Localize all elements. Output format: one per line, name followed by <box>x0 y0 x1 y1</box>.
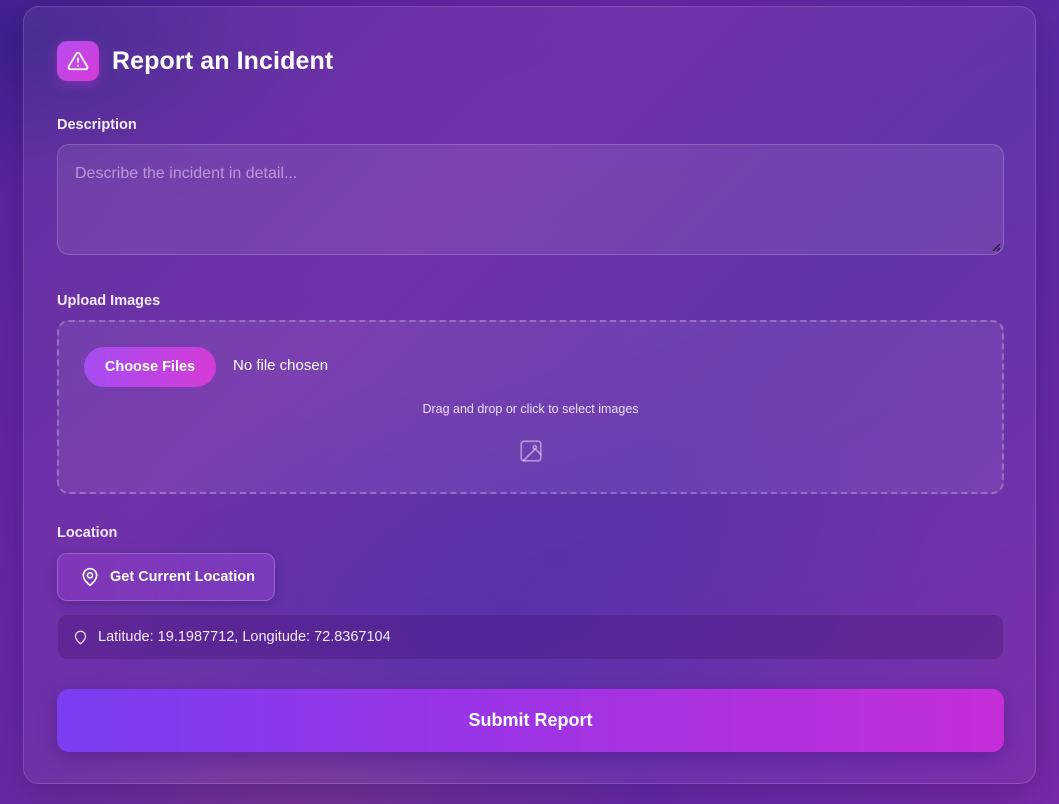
get-current-location-label: Get Current Location <box>110 569 256 585</box>
description-textarea[interactable] <box>57 144 1004 255</box>
incident-report-card: Report an Incident Description Upload Im… <box>23 6 1036 784</box>
image-dropzone[interactable]: Choose Files No file chosen Drag and dro… <box>57 320 1004 494</box>
warning-triangle-icon <box>57 41 99 81</box>
location-label: Location <box>57 525 118 541</box>
file-status-text: No file chosen <box>233 357 329 374</box>
description-label: Description <box>57 117 137 133</box>
coordinates-text: Latitude: 19.1987712, Longitude: 72.8367… <box>98 629 391 645</box>
choose-files-button[interactable]: Choose Files <box>84 347 216 387</box>
upload-images-label: Upload Images <box>57 293 161 309</box>
page-title: Report an Incident <box>112 46 334 75</box>
coordinates-display: Latitude: 19.1987712, Longitude: 72.8367… <box>57 614 1004 660</box>
submit-report-button[interactable]: Submit Report <box>57 689 1004 752</box>
image-icon <box>520 440 542 462</box>
map-pin-icon <box>82 567 98 587</box>
get-current-location-button[interactable]: Get Current Location <box>57 553 275 601</box>
resize-handle-icon[interactable] <box>992 243 1001 252</box>
map-pin-outline-icon <box>74 630 87 644</box>
form-header: Report an Incident <box>57 41 333 81</box>
dropzone-hint: Drag and drop or click to select images <box>422 402 639 416</box>
